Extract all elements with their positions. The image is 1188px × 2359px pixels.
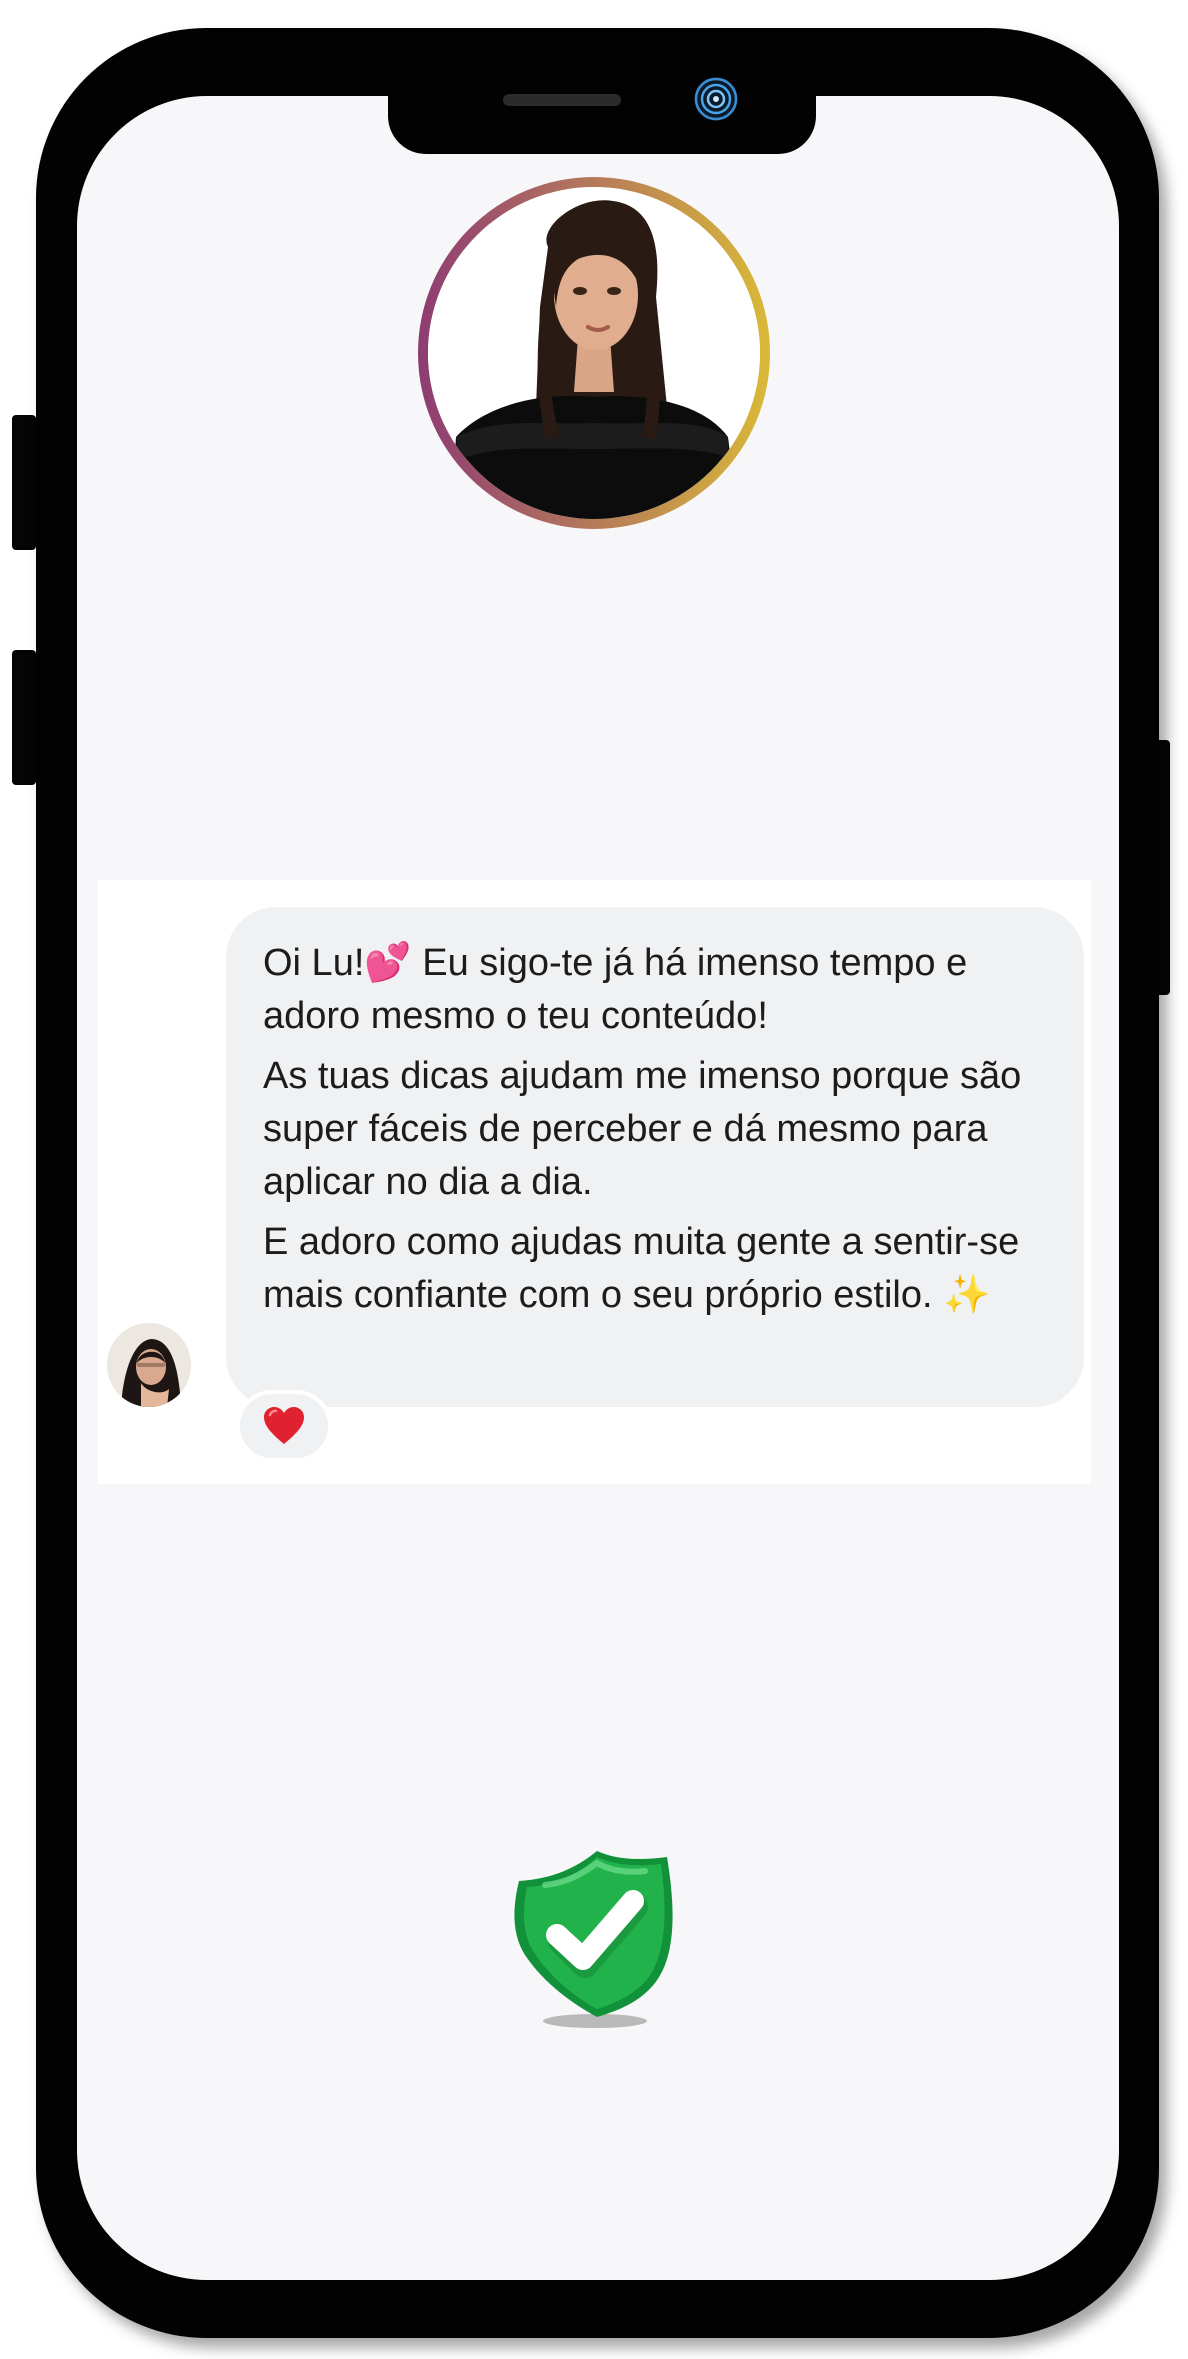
- message-bubble[interactable]: Oi Lu!💕 Eu sigo-te já há imenso tempo e …: [226, 907, 1084, 1407]
- volume-down-button: [12, 650, 36, 785]
- message-paragraph-3: E adoro como ajudas muita gente a sentir…: [263, 1221, 1020, 1316]
- profile-avatar: [428, 187, 760, 519]
- profile-photo: [428, 187, 760, 519]
- device-mockup: Oi Lu!💕 Eu sigo-te já há imenso tempo e …: [0, 0, 1188, 2359]
- notch: [388, 56, 816, 154]
- speaker-grille: [503, 94, 621, 106]
- reaction-badge[interactable]: [240, 1394, 328, 1458]
- profile-avatar-ring[interactable]: [418, 177, 770, 529]
- message-paragraph-1: Oi Lu!💕 Eu sigo-te já há imenso tempo e …: [263, 942, 968, 1037]
- sender-photo: [107, 1323, 191, 1407]
- red-heart-icon: [264, 1407, 304, 1444]
- camera-lens-icon: [694, 77, 738, 121]
- sender-avatar[interactable]: [107, 1323, 191, 1407]
- volume-up-button: [12, 415, 36, 550]
- message-paragraph-2: As tuas dicas ajudam me imenso porque sã…: [263, 1055, 1022, 1203]
- verified-shield-check-icon: [514, 1851, 673, 2028]
